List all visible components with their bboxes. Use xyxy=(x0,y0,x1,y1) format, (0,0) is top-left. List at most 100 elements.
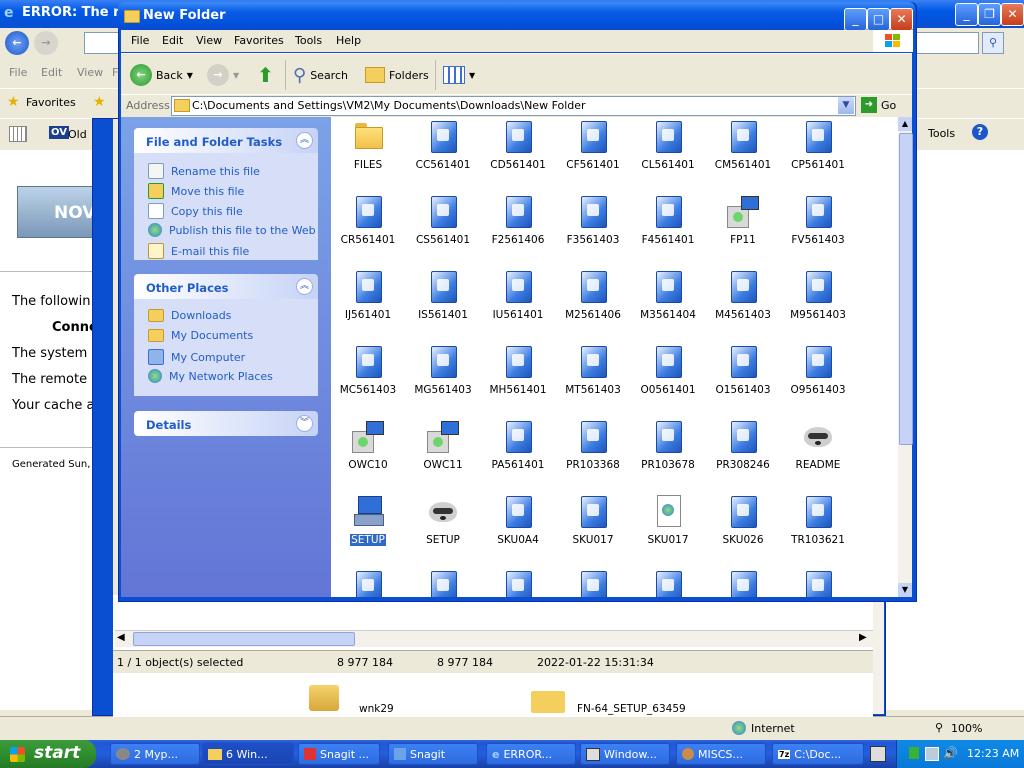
file-item[interactable]: M3561404 xyxy=(631,269,705,321)
place-network[interactable]: My Network Places xyxy=(148,369,273,383)
scroll-right-icon[interactable]: ▶ xyxy=(859,632,867,643)
file-item[interactable]: O1561403 xyxy=(706,344,780,396)
tray-network-icon[interactable] xyxy=(925,747,939,761)
explorer-titlebar[interactable]: _ □ ✕ xyxy=(118,2,915,31)
file-item[interactable]: CL561401 xyxy=(631,119,705,171)
file-item[interactable]: PA561401 xyxy=(481,419,555,471)
file-item[interactable]: MC561403 xyxy=(331,344,405,396)
ie-forward-icon[interactable]: → xyxy=(34,31,58,55)
go-button[interactable]: ➜ Go xyxy=(861,97,896,113)
place-downloads[interactable]: Downloads xyxy=(148,309,231,322)
file-item[interactable]: PR103678 xyxy=(631,419,705,471)
file-item[interactable]: MH561401 xyxy=(481,344,555,396)
file-item[interactable]: IJ561401 xyxy=(331,269,405,321)
file-item[interactable]: M9561403 xyxy=(781,269,855,321)
file-item[interactable]: FV561403 xyxy=(781,194,855,246)
file-item[interactable]: OWC10 xyxy=(331,419,405,471)
tasks-panel-header[interactable]: File and Folder Tasks ︽ xyxy=(134,128,318,153)
start-button[interactable]: start xyxy=(0,740,96,768)
task-email[interactable]: E-mail this file xyxy=(148,243,249,259)
file-item[interactable]: CD561401 xyxy=(481,119,555,171)
back-button[interactable]: ← Back ▼ xyxy=(130,62,193,88)
task-move[interactable]: Move this file xyxy=(148,183,244,199)
taskbar-button-8[interactable]: 7z C:\Doc... xyxy=(772,743,864,765)
file-item[interactable]: README xyxy=(781,419,855,471)
zoom-icon[interactable]: ⚲ xyxy=(935,721,943,734)
taskbar-button-4[interactable]: Snagit xyxy=(388,743,478,765)
minimize-button[interactable]: _ xyxy=(844,8,867,31)
horizontal-scrollbar[interactable]: ◀ ▶ xyxy=(115,630,873,647)
ie-menu-view[interactable]: View xyxy=(77,66,103,79)
file-item[interactable]: IS561401 xyxy=(406,269,480,321)
collapse-tasks-icon[interactable]: ︽ xyxy=(296,132,313,149)
menu-tools[interactable]: Tools xyxy=(295,34,322,47)
menu-help[interactable]: Help xyxy=(336,34,361,47)
view-grid-icon[interactable] xyxy=(9,126,27,142)
file-item[interactable]: SKU017 xyxy=(631,494,705,546)
scroll-up-icon[interactable]: ▲ xyxy=(898,117,912,131)
file-item[interactable]: PR103368 xyxy=(556,419,630,471)
file-item[interactable]: O9561403 xyxy=(781,344,855,396)
close-button[interactable]: ✕ xyxy=(890,8,913,31)
ie-menu-file[interactable]: File xyxy=(9,66,27,79)
file-item[interactable]: MG561403 xyxy=(406,344,480,396)
place-my-documents[interactable]: My Documents xyxy=(148,329,253,342)
file-item[interactable]: M4561403 xyxy=(706,269,780,321)
file-item[interactable]: SETUP xyxy=(331,494,405,546)
taskbar-button-2[interactable]: 6 Win... xyxy=(202,743,294,765)
up-folder-button[interactable]: ⬆ xyxy=(257,62,274,88)
folders-button[interactable]: Folders xyxy=(365,62,429,88)
file-item[interactable]: F3561403 xyxy=(556,194,630,246)
file-item[interactable]: CM561401 xyxy=(706,119,780,171)
menu-file[interactable]: File xyxy=(131,34,149,47)
taskbar-button-7[interactable]: MISCS... xyxy=(676,743,766,765)
background-vscroll[interactable] xyxy=(873,600,884,714)
ie-restore-button[interactable]: ❐ xyxy=(978,3,1001,26)
tray-speaker-icon[interactable]: 🔊 xyxy=(943,746,958,760)
scroll-down-icon[interactable]: ▼ xyxy=(898,583,912,597)
ie-menu-edit[interactable]: Edit xyxy=(41,66,62,79)
file-item[interactable] xyxy=(406,569,480,597)
horizontal-scroll-thumb[interactable] xyxy=(133,632,355,646)
file-item[interactable]: SETUP xyxy=(406,494,480,546)
file-item[interactable]: F2561406 xyxy=(481,194,555,246)
file-item[interactable]: CF561401 xyxy=(556,119,630,171)
file-item[interactable]: FP11 xyxy=(706,194,780,246)
file-item[interactable]: M2561406 xyxy=(556,269,630,321)
file-item[interactable]: CS561401 xyxy=(406,194,480,246)
file-item[interactable]: MT561403 xyxy=(556,344,630,396)
task-copy[interactable]: Copy this file xyxy=(148,203,243,219)
taskbar-button-6[interactable]: Window... xyxy=(580,743,670,765)
places-panel-header[interactable]: Other Places ︽ xyxy=(134,274,318,299)
collapse-places-icon[interactable]: ︽ xyxy=(296,278,313,295)
views-button[interactable]: ▼ xyxy=(443,62,475,88)
file-item[interactable]: O0561401 xyxy=(631,344,705,396)
expand-details-icon[interactable]: ︾ xyxy=(296,415,313,432)
task-rename[interactable]: Rename this file xyxy=(148,163,260,179)
taskbar-calc-icon[interactable] xyxy=(870,746,886,762)
taskbar-button-3[interactable]: Snagit ... xyxy=(298,743,380,765)
menu-view[interactable]: View xyxy=(196,34,222,47)
file-item[interactable] xyxy=(631,569,705,597)
file-item[interactable]: OWC11 xyxy=(406,419,480,471)
file-item[interactable]: SKU026 xyxy=(706,494,780,546)
file-item[interactable]: PR308246 xyxy=(706,419,780,471)
ie-close-button[interactable]: ✕ xyxy=(1001,3,1024,26)
help-icon[interactable]: ? xyxy=(972,124,988,140)
ov-label[interactable]: Old xyxy=(68,128,87,141)
taskbar-button-1[interactable]: 2 Myp... xyxy=(110,743,200,765)
search-button[interactable]: ⚲ Search xyxy=(293,62,348,88)
back-dropdown-icon[interactable]: ▼ xyxy=(187,71,193,80)
file-item[interactable] xyxy=(331,569,405,597)
tray-green-icon[interactable] xyxy=(909,747,919,759)
ie-tools-menu[interactable]: Tools xyxy=(928,127,955,140)
ie-search-icon[interactable]: ⚲ xyxy=(982,32,1004,54)
favorites-button[interactable]: Favorites xyxy=(26,96,76,109)
address-dropdown-icon[interactable]: ▼ xyxy=(838,97,854,114)
file-item[interactable]: FILES xyxy=(331,119,405,171)
ie-back-icon[interactable]: ← xyxy=(5,31,29,55)
file-item[interactable]: CP561401 xyxy=(781,119,855,171)
ie-minimize-button[interactable]: _ xyxy=(955,3,978,26)
file-item[interactable]: IU561401 xyxy=(481,269,555,321)
scroll-left-icon[interactable]: ◀ xyxy=(117,632,125,643)
